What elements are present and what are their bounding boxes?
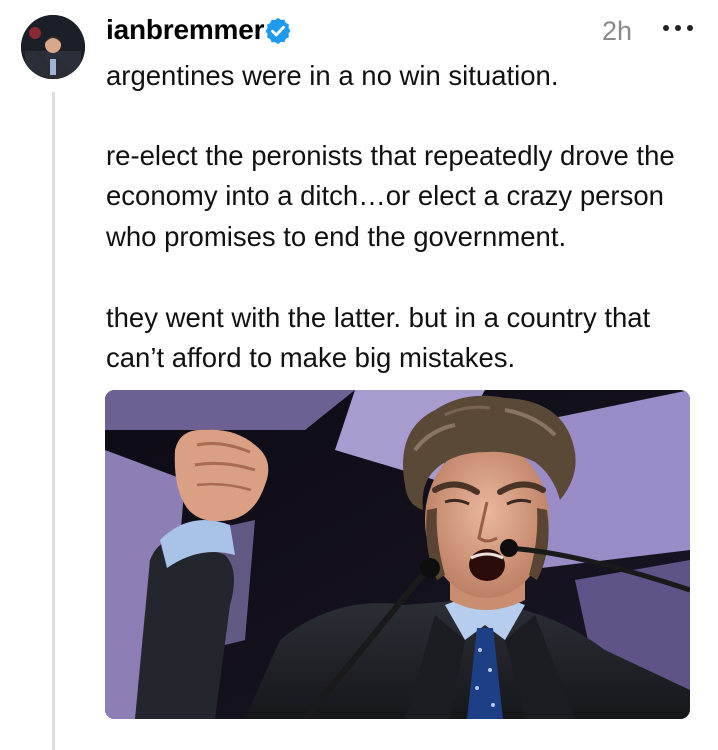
post-text-line: they went with the latter. but in a coun… bbox=[106, 302, 651, 333]
more-options-icon[interactable] bbox=[663, 25, 695, 35]
post-image[interactable] bbox=[105, 390, 690, 719]
more-dot bbox=[663, 25, 669, 31]
verified-badge-icon bbox=[265, 17, 291, 45]
post-text-line: re-elect the peronists that repeatedly d… bbox=[106, 140, 675, 171]
username[interactable]: ianbremmer bbox=[106, 12, 264, 48]
more-dot bbox=[675, 25, 681, 31]
post-text-line: economy into a ditch…or elect a crazy pe… bbox=[106, 180, 664, 211]
timestamp: 2h bbox=[602, 16, 633, 46]
more-dot bbox=[687, 25, 693, 31]
post-text-line: who promises to end the government. bbox=[106, 221, 567, 252]
post-text-line: can’t afford to make big mistakes. bbox=[106, 342, 516, 373]
post-text-line: argentines were in a no win situation. bbox=[106, 60, 559, 91]
avatar[interactable] bbox=[21, 15, 85, 79]
post: ianbremmer 2h argentines were in a no wi… bbox=[0, 0, 718, 750]
thread-line bbox=[52, 92, 55, 750]
